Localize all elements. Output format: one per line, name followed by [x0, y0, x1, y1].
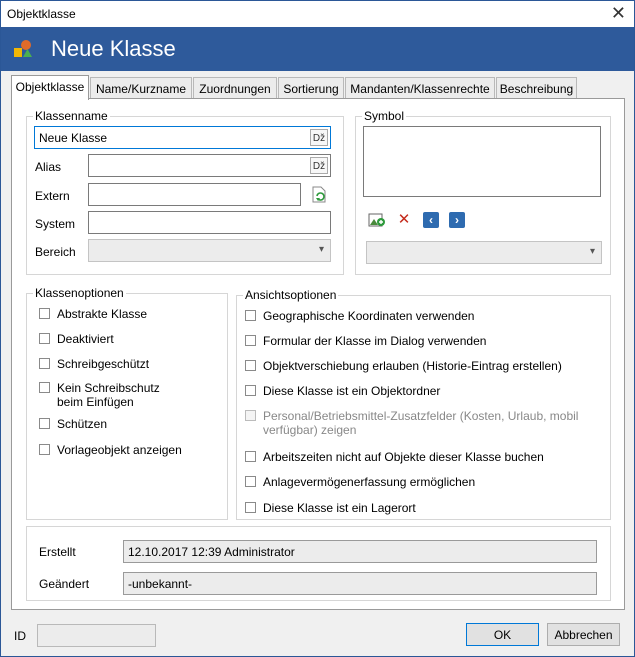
checkbox-box	[245, 410, 256, 421]
checkbox-box[interactable]	[245, 385, 256, 396]
tab-mandanten-klassenrechte[interactable]: Mandanten/Klassenrechte	[345, 77, 495, 99]
checkbox-box[interactable]	[245, 502, 256, 513]
close-icon[interactable]: ✕	[611, 3, 626, 24]
checkbox-label: Personal/Betriebsmittel-Zusatzfelder (Ko…	[263, 409, 579, 423]
system-input[interactable]	[88, 211, 331, 234]
checkbox-label-line2: verfügbar) zeigen	[263, 423, 357, 437]
checkbox-box[interactable]	[39, 358, 50, 369]
extern-input[interactable]	[88, 183, 301, 206]
klassenname-group-label: Klassenname	[33, 109, 110, 123]
checkbox-box[interactable]	[39, 308, 50, 319]
window-title: Objektklasse	[7, 7, 76, 21]
checkbox-label: Formular der Klasse im Dialog verwenden	[263, 334, 487, 348]
checkbox-label: Anlagevermögenerfassung ermöglichen	[263, 475, 476, 489]
alias-input[interactable]: ǅ	[88, 154, 331, 177]
dialog-window: Objektklasse ✕ Neue Klasse Objektklasse …	[0, 0, 635, 657]
checkbox-box[interactable]	[39, 444, 50, 455]
id-label: ID	[14, 629, 26, 643]
add-image-icon[interactable]	[368, 211, 386, 229]
checkbox-label: Deaktiviert	[57, 332, 114, 346]
klassenoptionen-group-label: Klassenoptionen	[33, 286, 126, 300]
cancel-button[interactable]: Abbrechen	[547, 623, 620, 646]
bereich-dropdown[interactable]: ▾	[88, 239, 331, 262]
delete-icon[interactable]: ✕	[396, 212, 412, 228]
geaendert-value: -unbekannt-	[128, 577, 193, 591]
checkbox-box[interactable]	[245, 360, 256, 371]
checkbox-label: Abstrakte Klasse	[57, 307, 148, 321]
klassenname-value: Neue Klasse	[39, 131, 108, 145]
extern-label: Extern	[35, 189, 70, 203]
checkbox-label: Objektverschiebung erlauben (Historie-Ei…	[263, 359, 562, 373]
ansichtsoptionen-group-label: Ansichtsoptionen	[243, 288, 339, 302]
checkbox-box[interactable]	[39, 333, 50, 344]
bereich-label: Bereich	[35, 245, 76, 259]
klassenname-input[interactable]: Neue Klasse ǅ	[34, 126, 331, 149]
tab-name-kurzname[interactable]: Name/Kurzname	[90, 77, 192, 99]
checkbox-label: Vorlageobjekt anzeigen	[57, 443, 182, 457]
tab-objektklasse[interactable]: Objektklasse	[11, 75, 89, 100]
refresh-icon[interactable]	[310, 186, 328, 204]
ok-button[interactable]: OK	[466, 623, 539, 646]
erstellt-label: Erstellt	[39, 545, 76, 559]
checkbox-label: Schreibgeschützt	[57, 357, 150, 371]
translate-icon[interactable]: ǅ	[310, 157, 328, 174]
tab-beschreibung[interactable]: Beschreibung	[496, 77, 577, 99]
checkbox-box[interactable]	[245, 310, 256, 321]
symbol-preview[interactable]	[363, 126, 601, 197]
tab-sortierung[interactable]: Sortierung	[278, 77, 344, 99]
checkbox-label-line2: beim Einfügen	[57, 395, 134, 409]
translate-icon[interactable]: ǅ	[310, 129, 328, 146]
checkbox-box[interactable]	[39, 418, 50, 429]
arrow-right-icon[interactable]: ›	[449, 212, 465, 228]
geaendert-label: Geändert	[39, 577, 90, 591]
erstellt-value: 12.10.2017 12:39 Administrator	[128, 545, 295, 559]
symbol-dropdown[interactable]: ▾	[366, 241, 602, 264]
checkbox-box[interactable]	[39, 382, 50, 393]
checkbox-box[interactable]	[245, 476, 256, 487]
checkbox-label: Diese Klasse ist ein Lagerort	[263, 501, 416, 515]
checkbox-box[interactable]	[245, 335, 256, 346]
arrow-left-icon[interactable]: ‹	[423, 212, 439, 228]
header-banner: Neue Klasse	[1, 27, 634, 71]
checkbox-label: Arbeitszeiten nicht auf Objekte dieser K…	[263, 450, 544, 464]
title-bar: Objektklasse ✕	[1, 1, 634, 27]
alias-label: Alias	[35, 160, 62, 174]
tab-zuordnungen[interactable]: Zuordnungen	[193, 77, 277, 99]
id-field	[37, 624, 156, 647]
geaendert-field: -unbekannt-	[123, 572, 597, 595]
checkbox-label: Geographische Koordinaten verwenden	[263, 309, 475, 323]
chevron-down-icon: ▾	[318, 244, 324, 255]
class-icon	[14, 40, 32, 57]
system-label: System	[35, 217, 76, 231]
checkbox-label: Diese Klasse ist ein Objektordner	[263, 384, 441, 398]
checkbox-label: Kein Schreibschutz	[57, 381, 160, 395]
checkbox-box[interactable]	[245, 451, 256, 462]
symbol-group-label: Symbol	[362, 109, 407, 123]
chevron-down-icon: ▾	[589, 246, 595, 257]
page-title: Neue Klasse	[51, 36, 176, 61]
erstellt-field: 12.10.2017 12:39 Administrator	[123, 540, 597, 563]
checkbox-label: Schützen	[57, 417, 108, 431]
